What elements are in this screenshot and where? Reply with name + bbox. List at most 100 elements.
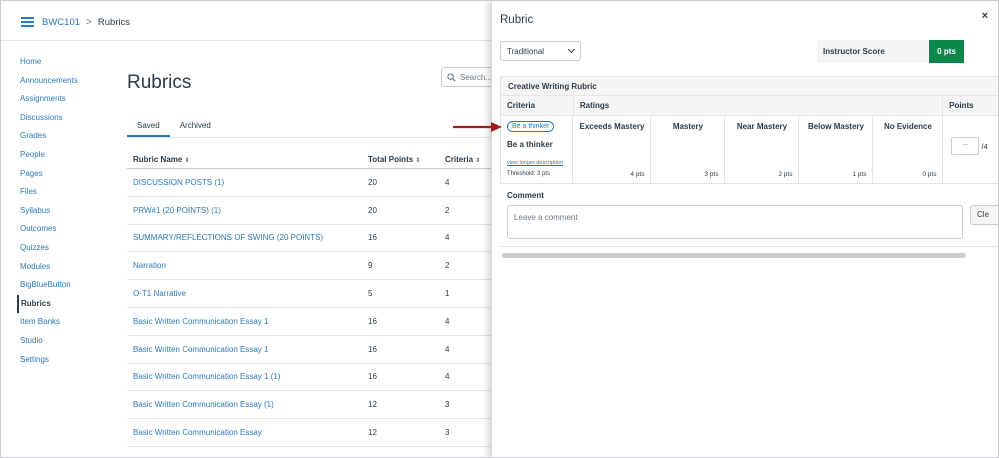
- app-frame: BWC101 > Rubrics Home Announcements Assign…: [0, 0, 999, 458]
- nav-item-quizzes[interactable]: Quizzes: [17, 239, 107, 258]
- nav-item-rubrics[interactable]: Rubrics: [17, 294, 107, 314]
- rating-points: 1 pts: [852, 171, 867, 178]
- rubric-name-link[interactable]: Basic Written Communication Essay (1): [127, 400, 368, 409]
- instructor-score-label: Instructor Score: [817, 40, 929, 63]
- rating-points: 0 pts: [922, 171, 937, 178]
- nav-item-discussions[interactable]: Discussions: [17, 109, 107, 128]
- nav-item-modules[interactable]: Modules: [17, 258, 107, 277]
- rating-cell[interactable]: No Evidence 0 pts: [873, 116, 944, 183]
- nav-item-people[interactable]: People: [17, 146, 107, 165]
- horizontal-scrollbar[interactable]: [502, 253, 966, 258]
- rating-points: 2 pts: [778, 171, 793, 178]
- nav-item-pages[interactable]: Pages: [17, 165, 107, 184]
- points-input[interactable]: --: [951, 137, 980, 155]
- annotation-arrow-icon: [453, 122, 502, 132]
- nav-item-grades[interactable]: Grades: [17, 127, 107, 146]
- nav-item-bigbluebutton[interactable]: BigBlueButton: [17, 276, 107, 295]
- breadcrumb-course-link[interactable]: BWC101: [42, 17, 80, 28]
- nav-item-assignments[interactable]: Assignments: [17, 90, 107, 109]
- rubric-name-link[interactable]: Basic Written Communication Essay 1: [127, 345, 368, 354]
- rubric-grid: Creative Writing Rubric Criteria Ratings…: [500, 76, 998, 184]
- hamburger-menu-icon[interactable]: [21, 17, 34, 27]
- rubric-tray: Rubric × Traditional Instructor Score 0 …: [491, 1, 998, 457]
- rubric-name-link[interactable]: Basic Written Communication Essay 1: [127, 317, 368, 326]
- tab-archived[interactable]: Archived: [170, 119, 221, 137]
- nav-item-home[interactable]: Home: [17, 53, 107, 72]
- nav-item-settings[interactable]: Settings: [17, 351, 107, 370]
- total-points-cell: 16: [368, 344, 377, 354]
- tray-title: Rubric: [500, 14, 534, 26]
- close-icon[interactable]: ×: [982, 10, 988, 22]
- rubrics-table: Rubric Name ⇕ Total Points ⇕ Criteria ⇕ …: [127, 151, 491, 447]
- search-placeholder: Search...: [460, 72, 493, 82]
- total-points-cell: 12: [368, 400, 377, 410]
- rating-cell[interactable]: Below Mastery 1 pts: [799, 116, 874, 183]
- nav-item-item-banks[interactable]: Item Banks: [17, 313, 107, 332]
- rubric-name-link[interactable]: DISCUSSION POSTS (1): [127, 178, 368, 187]
- rating-cell[interactable]: Exceeds Mastery 4 pts: [573, 116, 652, 183]
- table-row: DISCUSSION POSTS (1) 20 4: [127, 169, 491, 197]
- outcome-pill[interactable]: Be a thinker: [507, 121, 555, 132]
- tray-divider: [500, 246, 998, 247]
- sort-icon: ⇕: [475, 158, 481, 164]
- total-points-cell: 16: [368, 233, 377, 243]
- rating-title: Mastery: [672, 122, 704, 131]
- rating-title: No Evidence: [883, 122, 932, 131]
- nav-item-announcements[interactable]: Announcements: [17, 72, 107, 91]
- comment-input[interactable]: Leave a comment: [507, 205, 963, 239]
- view-longer-description-link[interactable]: view longer description: [507, 160, 563, 166]
- instructor-score-value: 0 pts: [929, 40, 964, 63]
- rating-cell[interactable]: Near Mastery 2 pts: [725, 116, 800, 183]
- rubric-name-link[interactable]: PRW#1 (20 POINTS) (1): [127, 206, 368, 215]
- clear-button[interactable]: Cle: [970, 205, 998, 225]
- nav-item-files[interactable]: Files: [17, 183, 107, 202]
- nav-item-syllabus[interactable]: Syllabus: [17, 202, 107, 221]
- breadcrumb: BWC101 > Rubrics: [42, 17, 130, 28]
- sort-icon: ⇕: [184, 158, 190, 164]
- chevron-down-icon: [567, 45, 576, 54]
- rating-cell[interactable]: Mastery 3 pts: [651, 116, 726, 183]
- total-points-cell: 20: [368, 205, 377, 215]
- tabs-divider: [127, 137, 491, 138]
- comment-label: Comment: [507, 191, 544, 200]
- criteria-count-cell: 4: [445, 177, 450, 187]
- rubric-name-link[interactable]: Narration: [127, 261, 368, 270]
- table-row: Basic Written Communication Essay 1 16 4: [127, 308, 491, 336]
- header-criteria[interactable]: Criteria ⇕: [445, 155, 491, 164]
- rubric-name-link[interactable]: Basic Written Communication Essay: [127, 428, 368, 437]
- criterion-threshold: Threshold: 3 pts: [507, 171, 551, 177]
- table-body: DISCUSSION POSTS (1) 20 4 PRW#1 (20 POINTS)…: [127, 169, 491, 447]
- total-points-cell: 16: [368, 316, 377, 326]
- breadcrumb-current: Rubrics: [97, 17, 131, 28]
- rubric-name-link[interactable]: O-T1 Narrative: [127, 289, 368, 298]
- total-points-cell: 16: [368, 372, 377, 382]
- criteria-count-cell: 3: [445, 400, 450, 410]
- nav-item-outcomes[interactable]: Outcomes: [17, 220, 107, 239]
- sort-icon: ⇕: [415, 158, 421, 164]
- view-mode-select[interactable]: Traditional: [500, 41, 581, 61]
- criterion-cell: Be a thinker Be a thinker view longer de…: [501, 116, 574, 183]
- table-header: Rubric Name ⇕ Total Points ⇕ Criteria ⇕: [127, 151, 491, 169]
- criteria-count-cell: 4: [445, 372, 450, 382]
- rating-points: 4 pts: [630, 171, 645, 178]
- view-mode-value: Traditional: [507, 46, 545, 56]
- total-points-cell: 5: [368, 289, 373, 299]
- criterion-row: Be a thinker Be a thinker view longer de…: [500, 116, 998, 184]
- header-total-points[interactable]: Total Points ⇕: [368, 155, 445, 164]
- criterion-name: Be a thinker: [507, 140, 553, 149]
- nav-item-studio[interactable]: Studio: [17, 332, 107, 351]
- ratings-cells: Exceeds Mastery 4 pts Mastery 3 pts Near Mas…: [573, 116, 944, 183]
- tab-saved[interactable]: Saved: [127, 119, 170, 137]
- rubric-name-link[interactable]: Basic Written Communication Essay 1 (1): [127, 372, 368, 381]
- header-rubric-name[interactable]: Rubric Name ⇕: [127, 155, 368, 164]
- table-row: Narration 9 2: [127, 252, 491, 281]
- table-row: Basic Written Communication Essay (1) 12 3: [127, 391, 491, 420]
- rubric-header-row: Criteria Ratings Points: [500, 96, 998, 116]
- total-points-cell: 20: [368, 177, 377, 187]
- rubric-name-link[interactable]: SUMMARY/REFLECTIONS OF SWING (20 POINTS): [127, 233, 368, 242]
- breadcrumb-separator-icon: >: [86, 17, 92, 28]
- top-bar: BWC101 > Rubrics: [1, 1, 491, 41]
- criteria-count-cell: 2: [445, 205, 450, 215]
- table-row: PRW#1 (20 POINTS) (1) 20 2: [127, 197, 491, 225]
- table-row: SUMMARY/REFLECTIONS OF SWING (20 POINTS)…: [127, 225, 491, 253]
